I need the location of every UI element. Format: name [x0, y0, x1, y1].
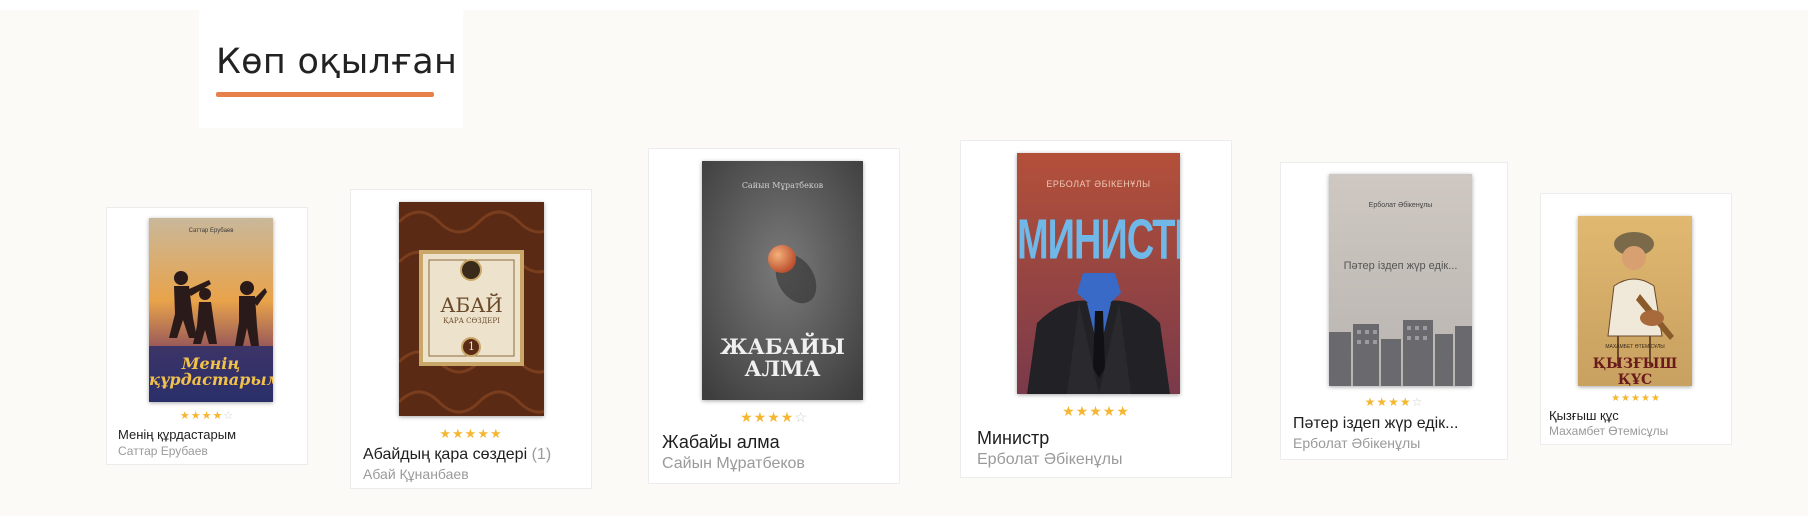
star-filled-icon: ★ [1650, 393, 1661, 404]
book-title[interactable]: Абайдың қара сөздері (1) [363, 446, 587, 464]
cover-title-line: құрдастарым [149, 370, 273, 389]
star-filled-icon: ★ [212, 410, 224, 422]
star-filled-icon: ★ [439, 426, 453, 441]
book-cover[interactable]: Сайын Мұратбеков ЖАБАЙЫ АЛМА [702, 161, 863, 400]
book-title-text: Пәтер іздеп жүр едік... [1293, 415, 1459, 432]
star-filled-icon: ★ [1399, 395, 1412, 409]
cover-author: Саттар Ерубаев [188, 228, 234, 234]
cover-author: МАХАМБЕТ ӨТЕМІСҰЛЫ [1605, 344, 1665, 350]
cover-title: ҚЫЗҒЫШ ҚҰС [1592, 356, 1678, 386]
star-empty-icon: ☆ [223, 410, 235, 422]
star-filled-icon: ★ [1062, 403, 1076, 419]
book-title-text: Қызғыш құс [1549, 408, 1619, 423]
star-filled-icon: ★ [1102, 403, 1117, 419]
cover-subtitle: ҚАРА СӨЗДЕРІ [443, 317, 500, 325]
star-filled-icon: ★ [1621, 393, 1632, 404]
book-author[interactable]: Махамбет Өтемісұлы [1549, 424, 1727, 438]
book-author[interactable]: Саттар Ерубаев [118, 444, 303, 458]
rating-stars: ★ ★ ★ ★ ☆ [649, 409, 899, 426]
rating-stars: ★ ★ ★ ★ ★ [1541, 393, 1731, 404]
book-card[interactable]: Сайын Мұратбеков ЖАБАЙЫ АЛМА ★ ★ ★ ★ ☆ Жабай… [648, 148, 900, 484]
book-title-text: Жабайы алма [662, 432, 780, 452]
book-title-text: Менің құрдастарым [118, 427, 237, 442]
book-author[interactable]: Абай Құнанбаев [363, 466, 587, 482]
star-filled-icon: ★ [1116, 403, 1130, 419]
book-title-text: Министр [977, 428, 1050, 448]
book-card[interactable]: ЕРБОЛАТ ӘБІКЕНҰЛЫ МИНИСТР ★★★★★ Министр … [960, 140, 1232, 478]
book-cover[interactable]: Ерболат Әбікенұлы Пәтер іздеп жүр едік..… [1329, 174, 1472, 386]
book-card[interactable]: Саттар Ерубаев Менің құрдастарым ★ ★ ★ ★ ☆ М… [106, 207, 308, 465]
star-filled-icon: ★ [1075, 403, 1090, 419]
star-filled-icon: ★ [1631, 393, 1641, 404]
book-cover[interactable]: АБАЙ ҚАРА СӨЗДЕРІ 1 [399, 202, 544, 416]
star-filled-icon: ★ [1388, 395, 1400, 409]
book-title-text: Абайдың қара сөздері [363, 446, 528, 463]
cover-title: Пәтер іздеп жүр едік... [1343, 260, 1458, 272]
cover-volume: 1 [468, 340, 475, 353]
book-card[interactable]: МАХАМБЕТ ӨТЕМІСҰЛЫ ҚЫЗҒЫШ ҚҰС ★ ★ ★ ★ ★ Қызғ… [1540, 193, 1732, 445]
rating-stars: ★ ★ ★ ★ ★ [961, 403, 1231, 420]
book-title[interactable]: Жабайы алма [662, 432, 895, 453]
book-title[interactable]: Менің құрдастарым [118, 427, 303, 442]
star-filled-icon: ★ [190, 410, 202, 422]
star-filled-icon: ★ [464, 426, 478, 441]
book-cover[interactable]: ЕРБОЛАТ ӘБІКЕНҰЛЫ МИНИСТР [1017, 153, 1180, 394]
cover-author: ЕРБОЛАТ ӘБІКЕНҰЛЫ [1046, 179, 1151, 189]
star-filled-icon: ★ [477, 426, 490, 441]
rating-stars: ★ ★ ★ ★ ☆ [1281, 395, 1507, 409]
cover-title-line: ЖАБАЙЫ [720, 334, 845, 359]
cover-author: Ерболат Әбікенұлы [1368, 202, 1433, 209]
star-filled-icon: ★ [1364, 395, 1377, 409]
star-filled-icon: ★ [780, 409, 795, 425]
section-title-underline [216, 92, 434, 97]
review-count: (1) [531, 446, 552, 463]
star-filled-icon: ★ [201, 410, 213, 422]
book-title[interactable]: Қызғыш құс [1549, 408, 1727, 423]
star-filled-icon: ★ [452, 426, 465, 441]
cover-title-line: АЛМА [744, 356, 821, 381]
book-card[interactable]: АБАЙ ҚАРА СӨЗДЕРІ 1 ★ ★ ★ ★ ★ Абайдың қара с… [350, 189, 592, 489]
star-filled-icon: ★ [1089, 403, 1103, 419]
star-empty-icon: ☆ [1411, 395, 1424, 409]
cover-title: АБАЙ [440, 293, 503, 317]
star-filled-icon: ★ [753, 409, 768, 425]
section-title: Көп оқылған [216, 42, 458, 82]
star-filled-icon: ★ [489, 426, 503, 441]
book-cover[interactable]: МАХАМБЕТ ӨТЕМІСҰЛЫ ҚЫЗҒЫШ ҚҰС [1578, 216, 1692, 386]
book-author[interactable]: Ерболат Әбікенұлы [977, 451, 1227, 469]
book-author[interactable]: Сайын Мұратбеков [662, 455, 895, 473]
rating-stars: ★ ★ ★ ★ ★ [351, 426, 591, 442]
book-title[interactable]: Пәтер іздеп жүр едік... [1293, 415, 1499, 433]
section-header: Көп оқылған [199, 8, 463, 128]
rating-stars: ★ ★ ★ ★ ☆ [107, 409, 307, 422]
book-card[interactable]: Ерболат Әбікенұлы Пәтер іздеп жүр едік..… [1280, 162, 1508, 460]
cover-title: МИНИСТР [1017, 209, 1180, 272]
cover-title: ЖАБАЙЫ АЛМА [702, 336, 863, 380]
star-filled-icon: ★ [767, 409, 781, 425]
book-title[interactable]: Министр [977, 428, 1227, 449]
star-filled-icon: ★ [1611, 393, 1622, 404]
book-cover[interactable]: Саттар Ерубаев Менің құрдастарым [149, 218, 273, 402]
star-filled-icon: ★ [1640, 393, 1651, 404]
cover-title: Менің құрдастарым [149, 356, 273, 388]
cover-author: Сайын Мұратбеков [741, 181, 824, 190]
book-author[interactable]: Ерболат Әбікенұлы [1293, 435, 1499, 451]
star-filled-icon: ★ [740, 409, 754, 425]
star-filled-icon: ★ [1376, 395, 1389, 409]
star-filled-icon: ★ [179, 410, 191, 422]
star-empty-icon: ☆ [794, 409, 808, 425]
